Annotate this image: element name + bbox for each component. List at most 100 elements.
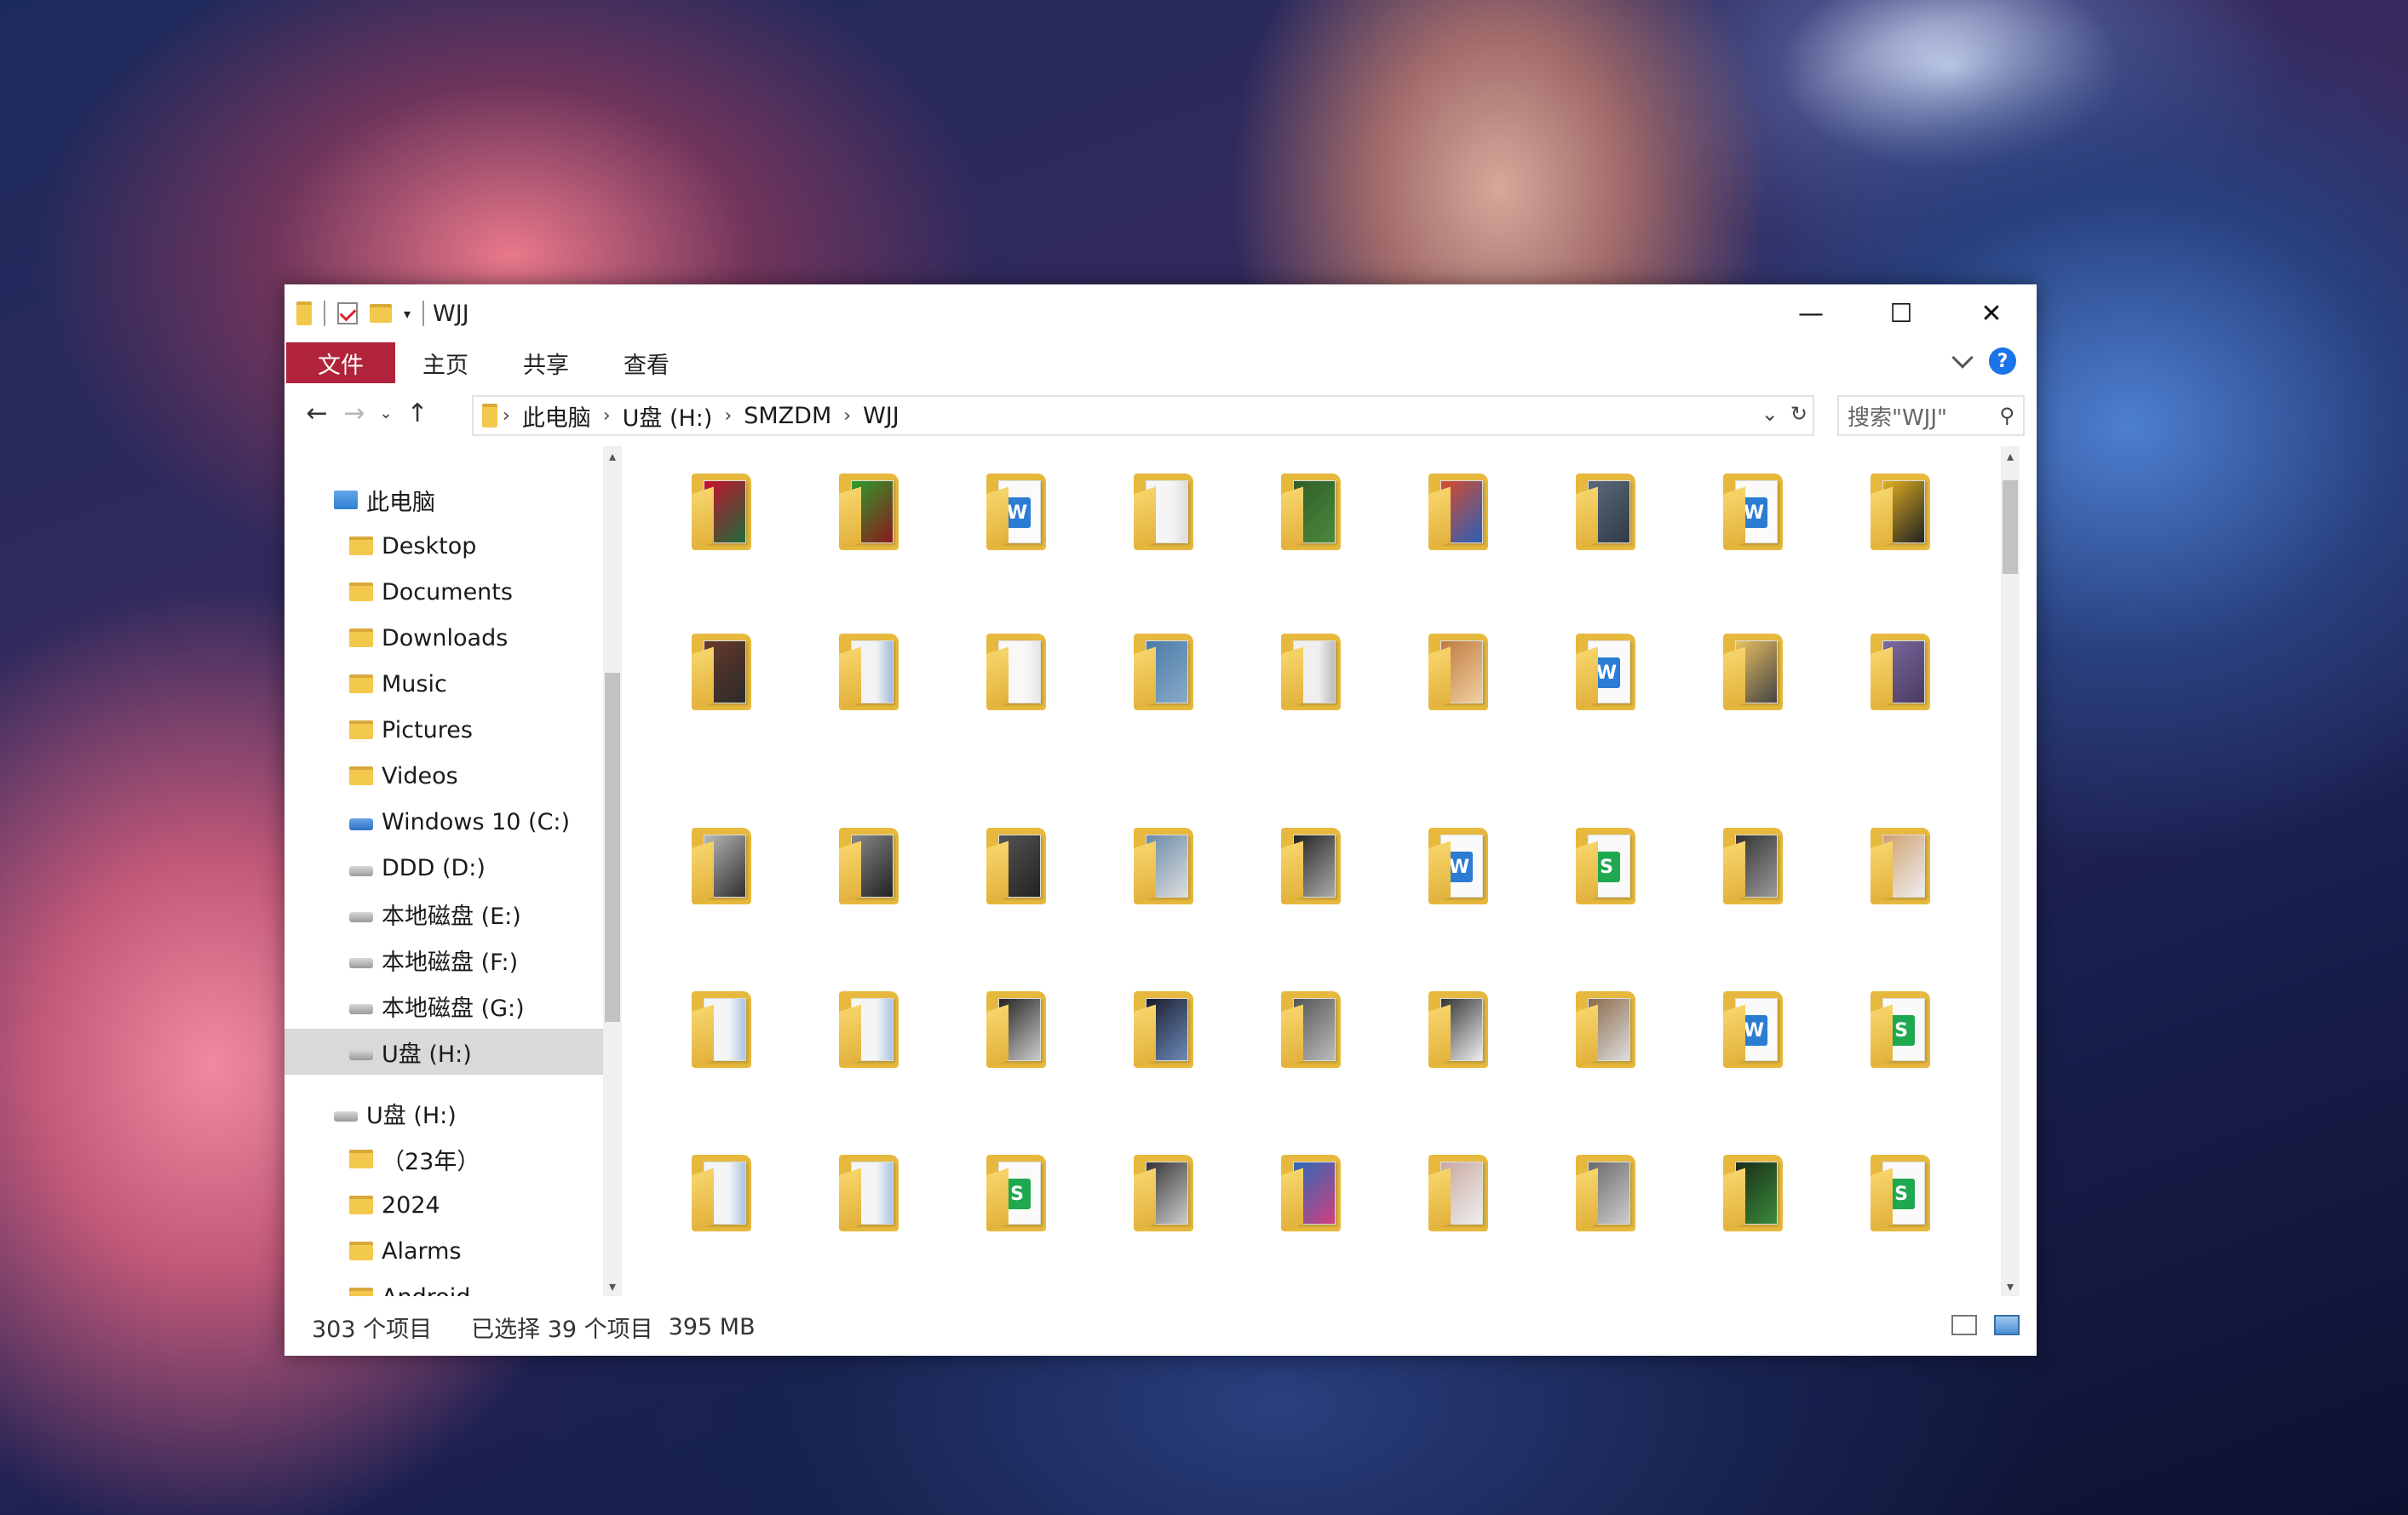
content-scroll-thumb[interactable] <box>2003 480 2018 574</box>
folder-tile[interactable] <box>1257 974 1359 1076</box>
folder-tile[interactable] <box>1405 617 1507 719</box>
folder-tile[interactable] <box>1405 1138 1507 1240</box>
folder-tile[interactable] <box>815 1138 917 1240</box>
folder-tile[interactable] <box>1847 617 1949 719</box>
up-arrow-icon[interactable]: ↑ <box>399 399 436 428</box>
folder-tile[interactable] <box>815 811 917 913</box>
folder-tile[interactable] <box>1257 617 1359 719</box>
address-bar[interactable]: › 此电脑 › U盘 (H:) › SMZDM › WJJ ⌄ ↻ <box>472 395 1814 436</box>
folder-tile[interactable] <box>668 617 770 719</box>
folder-tile[interactable] <box>815 456 917 559</box>
address-history-icon[interactable]: ⌄ <box>1761 402 1779 426</box>
folder-tile[interactable] <box>1699 617 1802 719</box>
sidebar-item[interactable]: DDD (D:) <box>349 845 486 891</box>
scroll-up-arrow-icon[interactable]: ▴ <box>603 448 622 464</box>
folder-tile[interactable] <box>1110 974 1212 1076</box>
folder-tile[interactable] <box>1110 617 1212 719</box>
breadcrumb-this-pc[interactable]: 此电脑 <box>522 399 591 433</box>
folder-tile[interactable] <box>1847 456 1949 559</box>
folder-tile[interactable]: S <box>1847 974 1949 1076</box>
search-input[interactable]: 搜索"WJJ" ⚲ <box>1837 395 2025 436</box>
sidebar-item[interactable]: U盘 (H:) <box>334 1090 457 1136</box>
new-folder-icon[interactable] <box>370 304 392 323</box>
search-icon[interactable]: ⚲ <box>1999 404 2014 428</box>
sidebar-item[interactable]: 此电脑 <box>334 477 435 523</box>
folder-tile[interactable] <box>668 811 770 913</box>
folder-tile[interactable]: S <box>1847 1138 1949 1240</box>
folder-tile[interactable] <box>815 974 917 1076</box>
folder-tile[interactable] <box>1699 811 1802 913</box>
folder-tile[interactable] <box>1847 811 1949 913</box>
folder-tile[interactable] <box>668 1138 770 1240</box>
sidebar-item[interactable]: U盘 (H:) <box>349 1029 472 1075</box>
sidebar-item[interactable]: Downloads <box>349 615 508 661</box>
sidebar-scrollbar[interactable]: ▴ ▾ <box>603 446 622 1296</box>
sidebar-item[interactable]: Android <box>349 1274 470 1296</box>
folder-tile[interactable] <box>1552 974 1654 1076</box>
forward-arrow-icon[interactable]: → <box>336 399 373 428</box>
properties-icon[interactable] <box>337 302 358 324</box>
folder-tile[interactable]: S <box>1552 811 1654 913</box>
sidebar-item[interactable]: Pictures <box>349 707 473 753</box>
breadcrumb-wjj[interactable]: WJJ <box>863 403 899 429</box>
folder-tile[interactable] <box>1699 1138 1802 1240</box>
tab-file[interactable]: 文件 <box>286 342 395 383</box>
expand-ribbon-icon[interactable] <box>1951 347 1974 369</box>
folder-tile[interactable] <box>1257 1138 1359 1240</box>
folder-tile[interactable] <box>963 974 1065 1076</box>
sidebar-item[interactable]: Desktop <box>349 523 476 569</box>
folder-tile[interactable] <box>1110 811 1212 913</box>
sidebar-item[interactable]: 本地磁盘 (G:) <box>349 983 525 1029</box>
tab-share[interactable]: 共享 <box>496 342 596 383</box>
folder-tile[interactable] <box>1405 974 1507 1076</box>
sidebar-item[interactable]: 本地磁盘 (F:) <box>349 937 518 983</box>
refresh-icon[interactable]: ↻ <box>1790 402 1807 426</box>
details-view-icon[interactable] <box>1951 1315 1977 1335</box>
folder-tile[interactable] <box>963 811 1065 913</box>
folder-tile[interactable] <box>815 617 917 719</box>
folder-tile[interactable] <box>668 456 770 559</box>
scroll-down-arrow-icon[interactable]: ▾ <box>2001 1278 2020 1294</box>
breadcrumb-smzdm[interactable]: SMZDM <box>744 403 831 429</box>
scroll-down-arrow-icon[interactable]: ▾ <box>603 1278 622 1294</box>
folder-tile[interactable] <box>1405 456 1507 559</box>
close-button[interactable]: ✕ <box>1946 284 2037 342</box>
folder-tile[interactable] <box>1552 1138 1654 1240</box>
sidebar-scroll-thumb[interactable] <box>605 673 620 1022</box>
folder-tile[interactable]: W <box>1699 974 1802 1076</box>
folder-tile[interactable]: W <box>1699 456 1802 559</box>
folder-tile[interactable] <box>1257 811 1359 913</box>
tab-home[interactable]: 主页 <box>395 342 496 383</box>
folder-tile[interactable] <box>1257 456 1359 559</box>
tab-view[interactable]: 查看 <box>596 342 697 383</box>
large-icons-view-icon[interactable] <box>1994 1315 2020 1335</box>
recent-locations-icon[interactable]: ⌄ <box>373 405 399 422</box>
breadcrumb-separator[interactable]: › <box>724 405 732 427</box>
breadcrumb-separator[interactable]: › <box>843 405 851 427</box>
folder-tile[interactable]: W <box>1405 811 1507 913</box>
breadcrumb-separator[interactable]: › <box>603 405 611 427</box>
customize-toolbar-icon[interactable]: ▾ <box>404 306 411 322</box>
scroll-up-arrow-icon[interactable]: ▴ <box>2001 448 2020 464</box>
folder-tile[interactable] <box>1110 1138 1212 1240</box>
folder-tile[interactable]: W <box>1552 617 1654 719</box>
breadcrumb-usb-drive[interactable]: U盘 (H:) <box>623 399 713 433</box>
folder-tile[interactable] <box>1552 456 1654 559</box>
folder-tile[interactable]: W <box>963 456 1065 559</box>
content-scrollbar[interactable]: ▴ ▾ <box>2001 446 2020 1296</box>
folder-tile[interactable]: S <box>963 1138 1065 1240</box>
back-arrow-icon[interactable]: ← <box>298 399 336 428</box>
maximize-button[interactable]: ☐ <box>1856 284 1946 342</box>
minimize-button[interactable]: — <box>1766 284 1856 342</box>
folder-tile[interactable] <box>1110 456 1212 559</box>
sidebar-item[interactable]: Documents <box>349 569 513 615</box>
sidebar-item[interactable]: Music <box>349 661 447 707</box>
folder-tile[interactable] <box>963 617 1065 719</box>
sidebar-item[interactable]: 2024 <box>349 1182 440 1228</box>
sidebar-item[interactable]: 本地磁盘 (E:) <box>349 891 521 937</box>
help-button[interactable]: ? <box>1989 347 2016 375</box>
sidebar-item[interactable]: Videos <box>349 753 458 799</box>
sidebar-item[interactable]: Alarms <box>349 1228 462 1274</box>
sidebar-item[interactable]: Windows 10 (C:) <box>349 799 570 845</box>
sidebar-item[interactable]: （23年） <box>349 1136 480 1182</box>
